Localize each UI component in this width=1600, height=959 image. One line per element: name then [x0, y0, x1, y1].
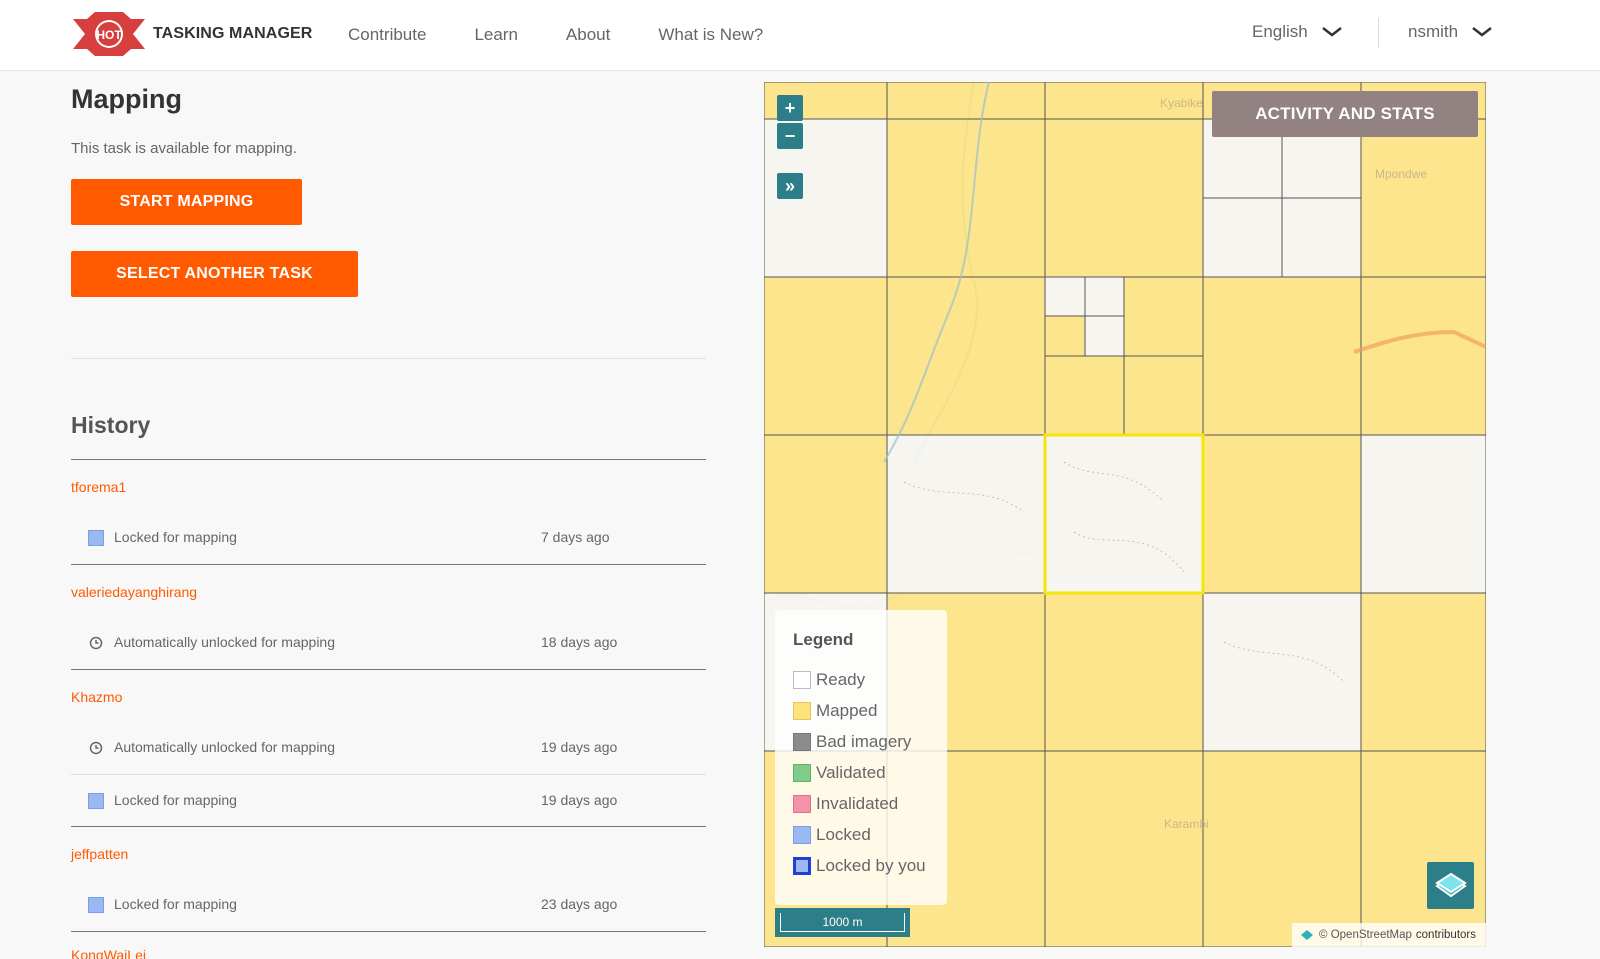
chevron-down-icon — [1321, 27, 1342, 37]
main-nav: Contribute Learn About What is New? — [348, 0, 811, 70]
history-title: History — [71, 412, 151, 438]
locked-square-icon — [88, 897, 104, 913]
task-status-text: This task is available for mapping. — [71, 140, 297, 157]
history-user-link[interactable]: jeffpatten — [71, 826, 706, 879]
history-action: Locked for mapping — [114, 792, 237, 808]
attribution-text: © OpenStreetMap — [1319, 929, 1412, 941]
place-label: Karambi — [1164, 817, 1209, 831]
locked-square-icon — [88, 793, 104, 809]
history-event: Locked for mapping 19 days ago — [71, 774, 706, 826]
layers-button[interactable] — [1427, 862, 1474, 909]
legend-item-ready: Ready — [793, 664, 947, 695]
legend-label: Locked — [816, 824, 871, 844]
legend-swatch — [793, 763, 811, 782]
history-action: Locked for mapping — [114, 529, 237, 545]
nav-about[interactable]: About — [566, 25, 610, 45]
legend-item-invalidated: Invalidated — [793, 788, 947, 819]
chevron-down-icon — [1472, 27, 1492, 37]
expand-panel-button[interactable]: » — [777, 173, 803, 199]
legend-item-locked-by-you: Locked by you — [793, 850, 947, 881]
language-label: English — [1252, 22, 1308, 41]
map-scale-bar: 1000 m — [775, 908, 910, 937]
hot-logo[interactable]: HOT TASKING MANAGER — [73, 12, 312, 56]
section-divider — [71, 358, 706, 359]
legend-swatch — [793, 701, 811, 720]
page-title: Mapping — [71, 84, 182, 114]
history-event: Locked for mapping 23 days ago — [71, 879, 706, 931]
history-time: 19 days ago — [541, 739, 618, 755]
legend-item-locked: Locked — [793, 819, 947, 850]
legend-item-bad-imagery: Bad imagery — [793, 726, 947, 757]
layers-icon — [1434, 872, 1467, 897]
legend-swatch — [793, 670, 811, 689]
legend-label: Invalidated — [816, 793, 899, 813]
history-user-link[interactable]: tforema1 — [71, 459, 706, 512]
history-event: Automatically unlocked for mapping 19 da… — [71, 722, 706, 774]
task-map[interactable]: Kyabike Mpondwe Karambi + − » ACTIVITY A… — [764, 82, 1486, 947]
start-mapping-button[interactable]: START MAPPING — [71, 179, 302, 225]
history-action: Automatically unlocked for mapping — [114, 634, 336, 650]
clock-icon — [89, 741, 103, 755]
zoom-in-button[interactable]: + — [777, 95, 803, 121]
legend-label: Locked by you — [816, 855, 926, 875]
history-user-link[interactable]: Khazmo — [71, 669, 706, 722]
user-menu[interactable]: nsmith — [1408, 22, 1492, 42]
legend-label: Validated — [816, 762, 886, 782]
nav-contribute[interactable]: Contribute — [348, 25, 426, 45]
legend-swatch — [793, 732, 811, 751]
activity-and-stats-button[interactable]: ACTIVITY AND STATS — [1212, 91, 1478, 137]
nav-learn[interactable]: Learn — [474, 25, 517, 45]
history-action: Automatically unlocked for mapping — [114, 739, 336, 755]
legend-label: Mapped — [816, 700, 878, 720]
history-time: 7 days ago — [541, 529, 610, 545]
map-legend: Legend Ready Mapped Bad imagery Validate… — [775, 610, 947, 905]
username: nsmith — [1408, 22, 1459, 41]
zoom-out-button[interactable]: − — [777, 123, 803, 149]
language-selector[interactable]: English — [1252, 22, 1342, 42]
mapbox-logo-icon — [1301, 930, 1314, 940]
legend-label: Ready — [816, 669, 866, 689]
svg-text:HOT: HOT — [96, 28, 122, 42]
legend-title: Legend — [793, 630, 854, 649]
history-list: tforema1 Locked for mapping 7 days ago v… — [71, 459, 706, 959]
place-label: Kyabike — [1160, 96, 1203, 110]
legend-swatch — [793, 856, 811, 875]
map-attribution: © OpenStreetMap contributors — [1292, 923, 1486, 947]
legend-label: Bad imagery — [816, 731, 912, 751]
history-event: Locked for mapping 7 days ago — [71, 512, 706, 564]
history-time: 23 days ago — [541, 896, 618, 912]
clock-icon — [89, 636, 103, 650]
top-navbar: HOT TASKING MANAGER Contribute Learn Abo… — [0, 0, 1600, 71]
place-label: Mpondwe — [1375, 167, 1428, 181]
select-another-task-button[interactable]: SELECT ANOTHER TASK — [71, 251, 358, 297]
legend-item-validated: Validated — [793, 757, 947, 788]
history-user-link[interactable]: valeriedayanghirang — [71, 564, 706, 617]
nav-whats-new[interactable]: What is New? — [658, 25, 763, 45]
legend-swatch — [793, 825, 811, 844]
legend-swatch — [793, 794, 811, 813]
history-time: 19 days ago — [541, 792, 618, 808]
attribution-link[interactable]: contributors — [1416, 929, 1476, 941]
locked-square-icon — [88, 530, 104, 546]
history-action: Locked for mapping — [114, 896, 237, 912]
logo-text: TASKING MANAGER — [153, 25, 313, 42]
history-event: Automatically unlocked for mapping 18 da… — [71, 617, 706, 669]
history-user-link[interactable]: KongWaiLei — [71, 931, 706, 959]
hot-logo-icon: HOT — [73, 12, 145, 56]
legend-item-mapped: Mapped — [793, 695, 947, 726]
history-time: 18 days ago — [541, 634, 618, 650]
header-divider — [1378, 18, 1379, 48]
scale-label: 1000 m — [780, 913, 905, 932]
